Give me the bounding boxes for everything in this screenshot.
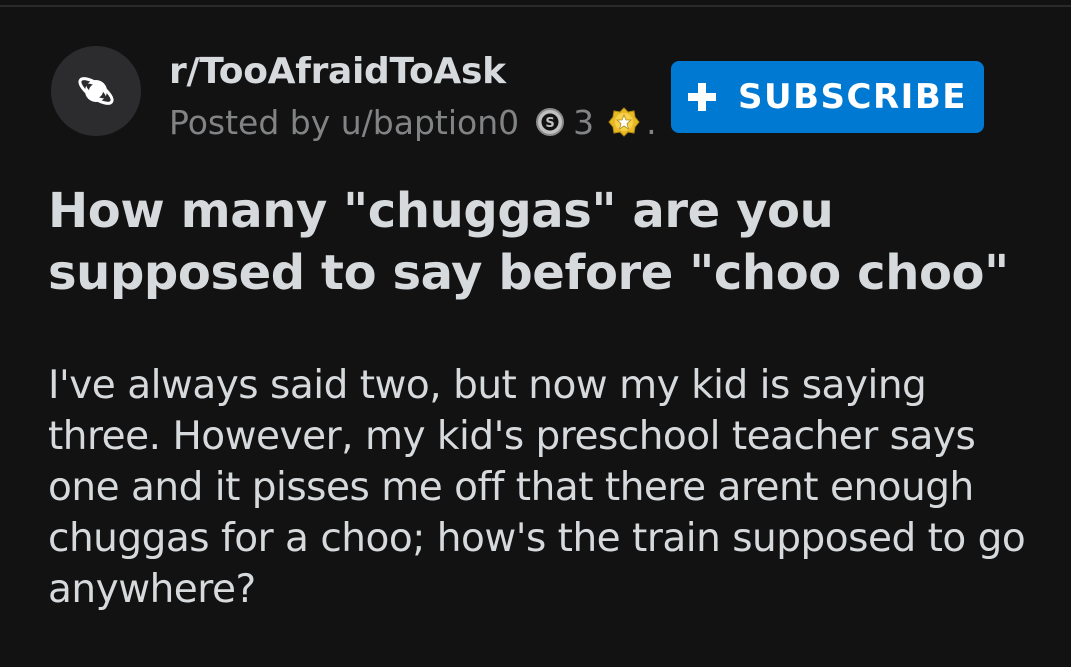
plus-icon [688, 83, 717, 111]
subscribe-button[interactable]: SUBSCRIBE [671, 61, 984, 133]
planet-icon [78, 77, 114, 105]
post-body: I've always said two, but now my kid is … [48, 363, 1026, 612]
subscribe-label: SUBSCRIBE [738, 77, 967, 117]
subreddit-avatar[interactable] [51, 46, 141, 136]
top-divider [0, 5, 1071, 7]
post-meta: Posted by u/baption0 S 3 . [169, 100, 657, 144]
meta-separator: . [646, 102, 657, 142]
silver-award-icon[interactable]: S [535, 107, 565, 137]
subreddit-name[interactable]: r/TooAfraidToAsk [169, 50, 506, 94]
post-title[interactable]: How many "chuggas" are you supposed to s… [48, 180, 1048, 304]
gold-award-icon[interactable] [608, 106, 640, 138]
svg-text:S: S [545, 116, 554, 131]
posted-by-text[interactable]: Posted by u/baption0 [169, 103, 519, 142]
award-count: 3 [573, 102, 595, 142]
